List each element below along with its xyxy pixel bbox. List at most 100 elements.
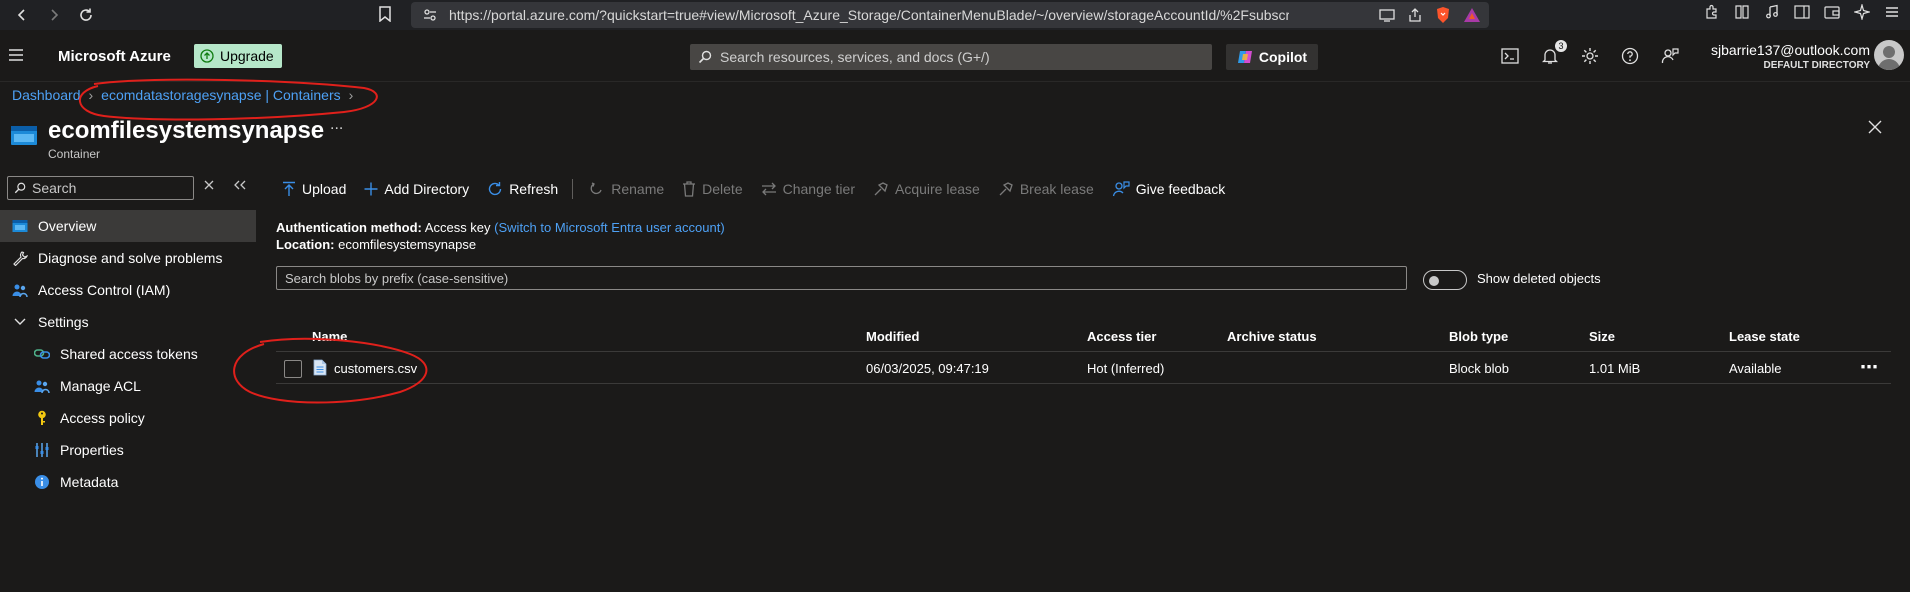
- table-row[interactable]: customers.csv 06/03/2025, 09:47:19 Hot (…: [276, 352, 1891, 384]
- change-tier-label: Change tier: [782, 181, 855, 197]
- blob-table: Name Modified Access tier Archive status…: [276, 320, 1891, 384]
- blob-search-placeholder: Search blobs by prefix (case-sensitive): [285, 270, 509, 286]
- give-feedback-button[interactable]: Give feedback: [1112, 181, 1225, 197]
- clear-search-icon[interactable]: [204, 180, 214, 190]
- portal-header: Microsoft Azure Upgrade Search resources…: [0, 30, 1910, 82]
- upgrade-label: Upgrade: [220, 48, 274, 64]
- auth-method-label: Authentication method:: [276, 220, 422, 235]
- column-header-archive-status[interactable]: Archive status: [1227, 329, 1317, 344]
- brave-shield-icon[interactable]: [1435, 6, 1451, 24]
- info-icon: [34, 474, 50, 490]
- sidebar-item-diagnose[interactable]: Diagnose and solve problems: [0, 242, 256, 274]
- show-deleted-toggle[interactable]: [1423, 270, 1467, 290]
- link-icon: [34, 346, 50, 362]
- browser-toolbar: https://portal.azure.com/?quickstart=tru…: [0, 0, 1910, 30]
- auth-method-value: Access key: [424, 220, 491, 235]
- refresh-button[interactable]: Refresh: [487, 181, 558, 197]
- sidebar-item-label: Shared access tokens: [60, 346, 198, 362]
- auth-info: Authentication method: Access key (Switc…: [276, 219, 725, 253]
- help-icon[interactable]: [1620, 46, 1640, 66]
- leo-ai-icon[interactable]: [1854, 4, 1870, 20]
- reload-icon[interactable]: [72, 1, 100, 29]
- collapse-sidebar-icon[interactable]: [234, 180, 246, 190]
- refresh-icon: [489, 182, 502, 196]
- address-bar[interactable]: https://portal.azure.com/?quickstart=tru…: [411, 2, 1489, 28]
- browser-menu-icon[interactable]: [1884, 4, 1900, 20]
- wallet-icon[interactable]: [1824, 4, 1840, 20]
- sidebar-item-label: Diagnose and solve problems: [38, 250, 223, 266]
- share-icon[interactable]: [1407, 7, 1423, 23]
- page-title: ecomfilesystemsynapse: [48, 117, 325, 144]
- sidebar-item-access-policy[interactable]: Access policy: [0, 402, 256, 434]
- feedback-person-icon[interactable]: [1660, 46, 1680, 66]
- cast-icon[interactable]: [1379, 8, 1395, 22]
- switch-auth-link[interactable]: (Switch to Microsoft Entra user account): [494, 220, 724, 235]
- sidebar-item-shared-access-tokens[interactable]: Shared access tokens: [0, 338, 256, 370]
- account-email: sjbarrie137@outlook.com: [1711, 42, 1870, 58]
- upgrade-arrow-icon: [200, 49, 214, 63]
- global-search-input[interactable]: Search resources, services, and docs (G+…: [690, 44, 1212, 70]
- sidebar-item-overview[interactable]: Overview: [0, 210, 256, 242]
- rename-button[interactable]: Rename: [589, 181, 664, 197]
- forward-icon[interactable]: [40, 1, 68, 29]
- portal-brand[interactable]: Microsoft Azure: [58, 48, 171, 65]
- site-settings-icon[interactable]: [423, 8, 437, 22]
- page-more-button[interactable]: ...: [330, 116, 343, 134]
- trash-icon: [683, 181, 696, 197]
- lease-icon: [874, 182, 888, 196]
- toggle-knob: [1429, 276, 1439, 286]
- sidebar-search-input[interactable]: Search: [7, 176, 194, 200]
- settings-gear-icon[interactable]: [1580, 46, 1600, 66]
- change-tier-icon: [761, 182, 776, 196]
- column-header-blob-type[interactable]: Blob type: [1449, 329, 1508, 344]
- media-icon[interactable]: [1764, 4, 1780, 20]
- acquire-lease-button[interactable]: Acquire lease: [873, 181, 980, 197]
- sidebar-icon[interactable]: [1794, 4, 1810, 20]
- extensions-icon[interactable]: [1704, 4, 1720, 20]
- column-header-lease-state[interactable]: Lease state: [1729, 329, 1800, 344]
- sidebar-item-iam[interactable]: Access Control (IAM): [0, 274, 256, 306]
- properties-icon: [34, 442, 50, 458]
- sidebar-search-placeholder: Search: [32, 180, 77, 196]
- acquire-lease-label: Acquire lease: [895, 181, 980, 197]
- change-tier-button[interactable]: Change tier: [761, 181, 855, 197]
- close-icon[interactable]: [1868, 120, 1882, 134]
- breadcrumb-dashboard[interactable]: Dashboard: [12, 87, 81, 103]
- sidebar-item-metadata[interactable]: Metadata: [0, 466, 256, 498]
- column-header-access-tier[interactable]: Access tier: [1087, 329, 1156, 344]
- notifications-icon[interactable]: 3: [1540, 40, 1567, 66]
- toolbar-divider: [572, 179, 574, 199]
- refresh-label: Refresh: [509, 181, 559, 197]
- copilot-button[interactable]: Copilot: [1226, 44, 1318, 70]
- portal-menu-icon[interactable]: [8, 48, 24, 62]
- blob-type: Block blob: [1449, 361, 1509, 376]
- key-icon: [34, 410, 50, 426]
- delete-button[interactable]: Delete: [682, 181, 743, 197]
- feedback-icon: [1112, 181, 1130, 197]
- sidebar-item-manage-acl[interactable]: Manage ACL: [0, 370, 256, 402]
- chevron-down-icon: [12, 314, 28, 330]
- account-directory: DEFAULT DIRECTORY: [1763, 60, 1870, 71]
- column-header-modified[interactable]: Modified: [866, 329, 919, 344]
- reading-list-icon[interactable]: [1734, 4, 1750, 20]
- account-info[interactable]: sjbarrie137@outlook.com DEFAULT DIRECTOR…: [1711, 42, 1870, 71]
- upload-button[interactable]: Upload: [282, 181, 346, 197]
- copilot-icon: [1237, 51, 1252, 63]
- back-icon[interactable]: [8, 1, 36, 29]
- sidebar-item-properties[interactable]: Properties: [0, 434, 256, 466]
- break-lease-button[interactable]: Break lease: [998, 181, 1094, 197]
- blob-prefix-search-input[interactable]: Search blobs by prefix (case-sensitive): [276, 266, 1407, 290]
- add-directory-button[interactable]: Add Directory: [364, 181, 469, 197]
- bookmark-icon[interactable]: [378, 6, 392, 22]
- upgrade-button[interactable]: Upgrade: [194, 44, 282, 68]
- upload-icon: [283, 181, 295, 196]
- sidebar-group-settings[interactable]: Settings: [0, 306, 256, 338]
- brave-rewards-icon[interactable]: [1463, 7, 1481, 23]
- cloud-shell-icon[interactable]: [1500, 46, 1520, 66]
- url-text[interactable]: https://portal.azure.com/?quickstart=tru…: [449, 7, 1289, 23]
- avatar[interactable]: [1874, 40, 1904, 70]
- page-header: ecomfilesystemsynapse Container: [10, 117, 324, 161]
- row-more-icon[interactable]: ⋯: [1860, 357, 1879, 378]
- column-header-size[interactable]: Size: [1589, 329, 1615, 344]
- container-icon: [11, 126, 37, 145]
